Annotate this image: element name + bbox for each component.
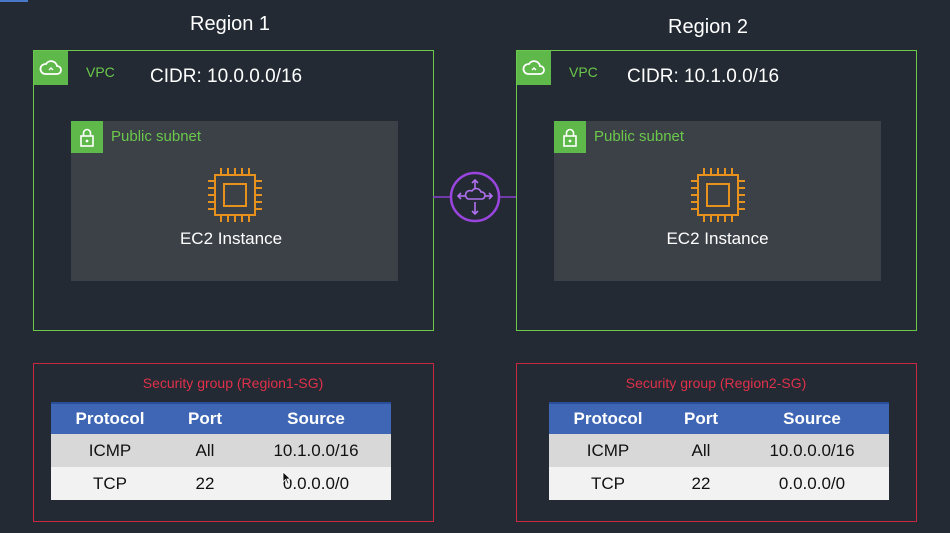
cloud-icon: [517, 51, 551, 85]
cell-port: 22: [169, 467, 241, 500]
vpc-label: VPC: [569, 64, 598, 80]
column-header-source: Source: [735, 402, 889, 434]
column-header-protocol: Protocol: [549, 402, 667, 434]
ec2-chip-icon: [205, 165, 265, 230]
cell-protocol: ICMP: [51, 434, 169, 467]
vpc-label: VPC: [86, 64, 115, 80]
column-header-port: Port: [667, 402, 735, 434]
lock-icon: [554, 121, 586, 153]
security-group-title: Security group (Region1-SG): [142, 375, 324, 391]
security-group-rules-table: Protocol Port Source ICMP All 10.1.0.0/1…: [51, 402, 391, 500]
cell-port: 22: [667, 467, 735, 500]
vpc-cidr: CIDR: 10.1.0.0/16: [627, 66, 780, 87]
cell-port: All: [169, 434, 241, 467]
column-header-protocol: Protocol: [51, 402, 169, 434]
subnet-label: Public subnet: [111, 128, 202, 145]
cloud-icon: [34, 51, 68, 85]
table-row: TCP 22 0.0.0.0/0: [51, 467, 391, 500]
subnet-label: Public subnet: [594, 128, 685, 145]
table-row: ICMP All 10.1.0.0/16: [51, 434, 391, 467]
table-row: ICMP All 10.0.0.0/16: [549, 434, 889, 467]
vpc-peering-icon: [433, 171, 517, 223]
cell-source: 0.0.0.0/0: [735, 467, 889, 500]
column-header-source: Source: [241, 402, 391, 434]
table-row: TCP 22 0.0.0.0/0: [549, 467, 889, 500]
ec2-chip-icon: [688, 165, 748, 230]
region-1-title: Region 1: [190, 13, 271, 35]
public-subnet: Public subnet EC2 Instance: [554, 121, 881, 281]
cell-source: 0.0.0.0/0: [241, 467, 391, 500]
cell-port: All: [667, 434, 735, 467]
top-accent-line: [0, 0, 28, 2]
cell-protocol: TCP: [549, 467, 667, 500]
security-group-rules-table: Protocol Port Source ICMP All 10.0.0.0/1…: [549, 402, 889, 500]
region-2-vpc: VPC CIDR: 10.1.0.0/16 Public subnet EC2 …: [516, 50, 917, 331]
cell-source: 10.0.0.0/16: [735, 434, 889, 467]
cell-protocol: TCP: [51, 467, 169, 500]
ec2-instance-label: EC2 Instance: [666, 229, 769, 248]
cell-protocol: ICMP: [549, 434, 667, 467]
region-1-security-group: Security group (Region1-SG) Protocol Por…: [33, 363, 434, 522]
region-2-title: Region 2: [668, 16, 749, 38]
column-header-port: Port: [169, 402, 241, 434]
vpc-cidr: CIDR: 10.0.0.0/16: [150, 66, 303, 87]
region-1-vpc: VPC CIDR: 10.0.0.0/16 Public subnet EC2 …: [33, 50, 434, 331]
public-subnet: Public subnet EC2 Instance: [71, 121, 398, 281]
lock-icon: [71, 121, 103, 153]
security-group-title: Security group (Region2-SG): [625, 375, 807, 391]
region-2-security-group: Security group (Region2-SG) Protocol Por…: [516, 363, 917, 522]
cell-source: 10.1.0.0/16: [241, 434, 391, 467]
mouse-cursor-icon: [282, 471, 292, 485]
ec2-instance-label: EC2 Instance: [179, 229, 283, 248]
